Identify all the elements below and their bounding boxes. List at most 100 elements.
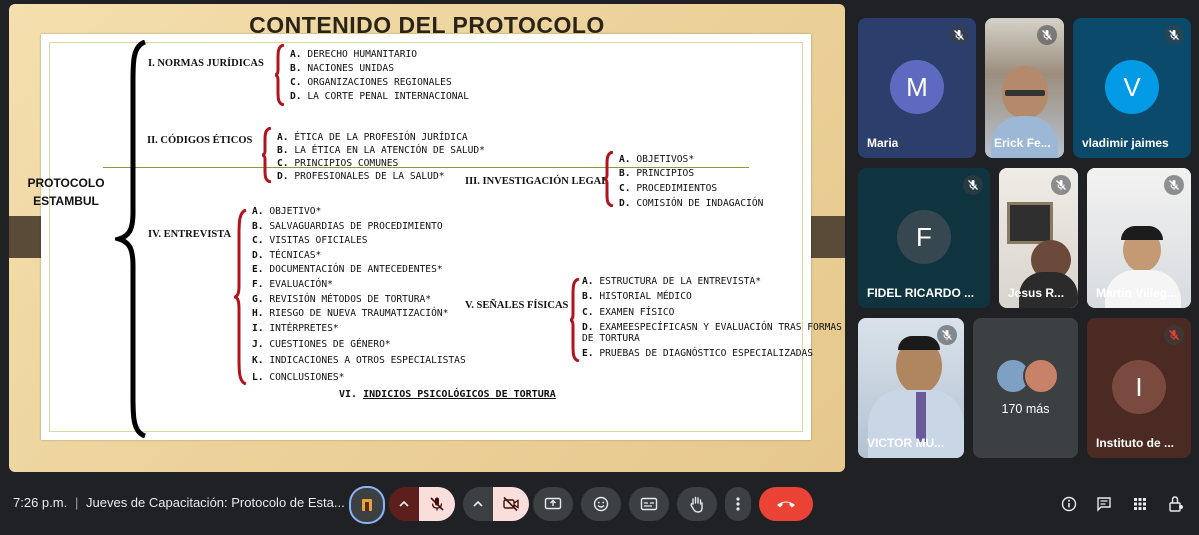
- person-hair: [898, 336, 940, 350]
- list-item: B. PRINCIPIOS: [619, 168, 695, 179]
- list-item: A. ESTRUCTURA DE LA ENTREVISTA*: [582, 276, 762, 287]
- mic-off-icon: [937, 325, 957, 345]
- raise-hand-icon: [690, 496, 703, 513]
- separator: |: [75, 495, 79, 510]
- list-item: A. DERECHO HUMANITARIO: [290, 49, 418, 60]
- section-six-underlined: INDICIOS PSICOLÓGICOS DE TORTURA: [363, 389, 556, 400]
- list-item: B. HISTORIAL MÉDICO: [582, 291, 692, 302]
- person-tie: [916, 392, 926, 442]
- activity-button[interactable]: [349, 486, 385, 524]
- chat-icon: [1097, 497, 1111, 512]
- participant-tile-victor[interactable]: VICTOR MU...: [858, 318, 964, 458]
- list-item: K. INDICACIONES A OTROS ESPECIALISTAS: [252, 355, 466, 366]
- root-label-line1: PROTOCOLO: [27, 176, 105, 190]
- emoji-icon: [593, 496, 609, 512]
- meeting-title: Jueves de Capacitación: Protocolo de Est…: [86, 495, 345, 510]
- activities-button[interactable]: [1127, 487, 1153, 521]
- captions-button[interactable]: [629, 487, 669, 521]
- participant-name: Erick Fe...: [994, 136, 1051, 150]
- activity-icon: [362, 499, 372, 511]
- list-item: C. EXAMEN FÍSICO: [582, 307, 675, 318]
- info-icon: [1061, 496, 1077, 512]
- participant-name: vladimir jaimes: [1082, 136, 1169, 150]
- more-participants-count: 170 más: [1001, 402, 1050, 416]
- more-vert-icon: [736, 497, 740, 511]
- mic-off-icon: [1051, 175, 1071, 195]
- chevron-up-icon: [399, 500, 409, 507]
- list-item: B. SALVAGUARDIAS DE PROCEDIMIENTO: [252, 220, 443, 232]
- mic-off-icon: [1164, 25, 1184, 45]
- section-title: IV. ENTREVISTA: [148, 229, 232, 240]
- participant-name: Jesus R...: [1008, 286, 1065, 300]
- microphone-control[interactable]: [389, 487, 455, 521]
- list-item: I. INTÉRPRETES*: [252, 322, 339, 334]
- end-call-button[interactable]: [759, 487, 813, 521]
- raise-hand-button[interactable]: [677, 487, 717, 521]
- avatar: F: [897, 210, 951, 264]
- camera-control[interactable]: [463, 487, 529, 521]
- lock-person-icon: [1169, 496, 1183, 512]
- meeting-info-button[interactable]: [1056, 487, 1082, 521]
- participant-tile-martin[interactable]: Martin Villeg...: [1087, 168, 1191, 308]
- section-brace: [234, 209, 247, 385]
- present-screen-button[interactable]: [533, 487, 573, 521]
- avatar: V: [1105, 60, 1159, 114]
- root-label: PROTOCOLO ESTAMBUL: [15, 174, 117, 210]
- participant-tile-maria[interactable]: M Maria: [858, 18, 976, 158]
- list-item: E. DOCUMENTACIÓN DE ANTECEDENTES*: [252, 264, 443, 276]
- list-item: H. RIESGO DE NUEVA TRAUMATIZACIÓN*: [252, 308, 449, 320]
- list-item: D. PROFESIONALES DE LA SALUD*: [277, 171, 445, 182]
- participant-tile-fidel[interactable]: F FIDEL RICARDO ...: [858, 168, 990, 308]
- participant-tile-vladimir[interactable]: V vladimir jaimes: [1073, 18, 1191, 158]
- grid-icon: [1134, 498, 1146, 510]
- more-options-button[interactable]: [725, 487, 751, 521]
- glasses: [1005, 90, 1045, 96]
- more-participants-tile[interactable]: 170 más: [973, 318, 1078, 458]
- participant-tile-jesus[interactable]: Jesus R...: [999, 168, 1078, 308]
- shared-screen: CONTENIDO DEL PROTOCOLO PROTOCOLO ESTAMB…: [9, 4, 845, 472]
- participant-name: VICTOR MU...: [867, 436, 945, 450]
- list-item: A. OBJETIVO*: [252, 206, 322, 217]
- captions-icon: [640, 497, 658, 511]
- mic-toggle-button[interactable]: [419, 487, 455, 521]
- section-brace: [261, 127, 272, 183]
- list-item: C. VISITAS OFICIALES: [252, 235, 368, 247]
- mic-off-icon: [963, 175, 983, 195]
- list-item: D. COMISIÓN DE INDAGACIÓN: [619, 198, 764, 209]
- list-item: DE TORTURA: [582, 333, 640, 344]
- list-item: D. LA CORTE PENAL INTERNACIONAL: [290, 91, 470, 102]
- list-item: E. PRUEBAS DE DIAGNÓSTICO ESPECIALIZADAS: [582, 348, 814, 359]
- reactions-button[interactable]: [581, 487, 621, 521]
- participant-name: Maria: [867, 136, 899, 150]
- root-label-line2: ESTAMBUL: [33, 194, 99, 208]
- wall-picture: [1007, 202, 1053, 244]
- list-item: F. EVALUACIÓN*: [252, 279, 333, 290]
- list-item: G. REVISIÓN MÉTODOS DE TORTURA*: [252, 293, 432, 305]
- present-screen-icon: [544, 497, 562, 510]
- mic-options-button[interactable]: [389, 487, 419, 521]
- camera-toggle-button[interactable]: [493, 487, 529, 521]
- host-controls-button[interactable]: [1163, 487, 1189, 521]
- section-brace: [274, 44, 285, 106]
- camera-options-button[interactable]: [463, 487, 493, 521]
- person-hair: [1121, 226, 1163, 240]
- list-item: D. TÉCNICAS*: [252, 249, 322, 261]
- section-title: V. SEÑALES FÍSICAS: [465, 300, 569, 311]
- section-six-title: VI. INDICIOS PSICOLÓGICOS DE TORTURA: [339, 389, 556, 400]
- video-off-icon: [503, 496, 519, 512]
- participant-name: Instituto de ...: [1096, 436, 1174, 450]
- section-title: I. NORMAS JURÍDICAS: [148, 58, 264, 69]
- list-item: C. PRINCIPIOS COMUNES: [277, 158, 399, 169]
- mic-off-icon: [1164, 325, 1184, 345]
- mic-off-icon: [430, 497, 444, 511]
- mic-off-icon: [1037, 25, 1057, 45]
- participant-name: Martin Villeg...: [1096, 286, 1178, 300]
- call-end-icon: [777, 501, 795, 508]
- participant-tile-erick[interactable]: Erick Fe...: [985, 18, 1064, 158]
- participant-tile-instituto[interactable]: I Instituto de ...: [1087, 318, 1191, 458]
- list-item: B. NACIONES UNIDAS: [290, 63, 394, 74]
- list-item: A. ÉTICA DE LA PROFESIÓN JURÍDICA: [277, 132, 468, 143]
- list-item: D. EXAMEESPECÍFICASN Y EVALUACIÓN TRAS F…: [582, 322, 842, 333]
- chat-button[interactable]: [1091, 487, 1117, 521]
- meeting-time: 7:26 p.m.: [13, 495, 68, 510]
